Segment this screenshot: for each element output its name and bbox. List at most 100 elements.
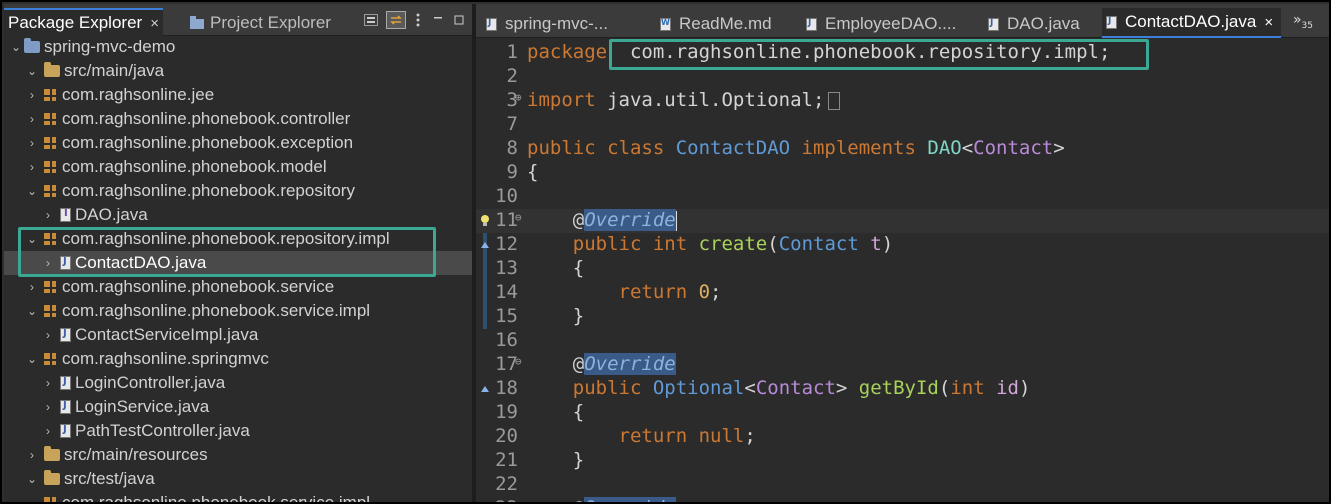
chevron-right-icon[interactable]: › (42, 424, 54, 438)
code-line[interactable]: 11 ⊖ @Override (476, 209, 1329, 233)
tab-contact-dao[interactable]: ContactDAO.java × (1102, 8, 1282, 38)
tree-item[interactable]: › PathTestController.java (4, 419, 472, 443)
tab-dao-java[interactable]: DAO.java (984, 10, 1080, 38)
code-text: @Override (527, 353, 676, 375)
code-line[interactable]: 18 public Optional<Contact> getById(int … (476, 377, 1329, 401)
chevron-down-icon[interactable]: ⌄ (10, 40, 22, 54)
chevron-right-icon[interactable]: › (26, 280, 38, 294)
code-line[interactable]: 19 { (476, 401, 1329, 425)
code-line[interactable]: 14 return 0; (476, 281, 1329, 305)
tree-item[interactable]: ⌄ spring-mvc-demo (4, 35, 472, 59)
code-line[interactable]: 13 { (476, 257, 1329, 281)
tree-item[interactable]: › com.raghsonline.jee (4, 83, 472, 107)
chevron-right-icon[interactable]: › (42, 208, 54, 222)
chevron-right-icon[interactable]: › (26, 136, 38, 150)
fold-expand-icon[interactable]: ⊕ (515, 91, 522, 104)
code-line[interactable]: 2 (476, 65, 1329, 89)
code-line[interactable]: 17 ⊖ @Override (476, 353, 1329, 377)
tree-item[interactable]: ⌄ com.raghsonline.phonebook.repository (4, 179, 472, 203)
fold-collapse-icon[interactable]: ⊖ (515, 211, 522, 224)
code-line[interactable]: 10 (476, 185, 1329, 209)
line-number: 21 (495, 449, 518, 471)
tab-package-explorer[interactable]: Package Explorer × (4, 8, 163, 36)
tab-readme[interactable]: ReadMe.md (656, 10, 772, 38)
tree-item[interactable]: › com.raghsonline.phonebook.controller (4, 107, 472, 131)
tree-item[interactable]: ⌄ src/main/java (4, 59, 472, 83)
tree-item[interactable]: ⌄ com.raghsonline.springmvc (4, 347, 472, 371)
editor-tab-label: ReadMe.md (679, 14, 772, 33)
chevron-down-icon[interactable]: ⌄ (26, 304, 38, 318)
code-text: return null; (527, 425, 756, 447)
maximize-icon[interactable] (450, 12, 468, 28)
code-token: implements (790, 137, 928, 159)
tree-item[interactable]: ⌄ src/test/java (4, 467, 472, 491)
code-line[interactable]: 20 return null; (476, 425, 1329, 449)
override-marker-icon[interactable] (480, 233, 490, 257)
tab-overflow-menu[interactable]: »35 (1293, 12, 1313, 31)
fold-collapse-icon[interactable]: ⊖ (515, 499, 522, 502)
tab-spring-mvc[interactable]: spring-mvc-... (482, 10, 608, 38)
link-with-editor-icon[interactable] (386, 11, 406, 29)
code-token: Contact (755, 377, 836, 399)
chevron-right-icon[interactable]: › (26, 160, 38, 174)
chevron-right-icon[interactable]: › (26, 112, 38, 126)
tree-item[interactable]: › ContactDAO.java (4, 251, 472, 275)
tab-project-explorer[interactable]: Project Explorer (190, 10, 331, 36)
line-number: 9 (506, 161, 518, 183)
code-line[interactable]: 9{ (476, 161, 1329, 185)
code-text: } (527, 305, 584, 327)
close-icon[interactable]: × (1264, 14, 1273, 31)
code-line[interactable]: 3 ⊕ import java.util.Optional; (476, 89, 1329, 113)
collapse-all-icon[interactable] (364, 14, 378, 26)
tree-item-label: src/main/resources (64, 445, 208, 464)
code-line[interactable]: 15 } (476, 305, 1329, 329)
chevron-down-icon[interactable]: ⌄ (26, 64, 38, 78)
code-line[interactable]: 22 (476, 473, 1329, 497)
code-line[interactable]: 1 package com.raghsonline.phonebook.repos… (476, 41, 1329, 65)
chevron-right-icon[interactable]: › (42, 328, 54, 342)
tree-item[interactable]: › src/main/resources (4, 443, 472, 467)
code-line[interactable]: 8 public class ContactDAO implements DAO<… (476, 137, 1329, 161)
chevron-down-icon[interactable]: ⌄ (26, 472, 38, 486)
code-area[interactable]: 1 package com.raghsonline.phonebook.repos… (476, 39, 1329, 502)
close-icon[interactable]: × (150, 15, 159, 32)
tree-item[interactable]: ⌄ com.raghsonline.phonebook.repository.im… (4, 227, 472, 251)
code-token: > (1053, 137, 1065, 159)
text-caret (675, 210, 677, 231)
chevron-down-icon[interactable]: ⌄ (26, 232, 38, 246)
tree-item[interactable]: › com.raghsonline.phonebook.exception (4, 131, 472, 155)
chevron-down-icon[interactable]: ⌄ (26, 496, 38, 502)
code-line[interactable]: 7 (476, 113, 1329, 137)
chevron-right-icon[interactable]: › (42, 376, 54, 390)
tree-item[interactable]: ⌄ com.raghsonline.phonebook.service.impl (4, 491, 472, 504)
tree-item[interactable]: ⌄ com.raghsonline.phonebook.service.impl (4, 299, 472, 323)
source-folder-icon (44, 470, 60, 485)
chevron-right-icon[interactable]: › (26, 448, 38, 462)
chevron-down-icon[interactable]: ⌄ (26, 352, 38, 366)
code-line[interactable]: 23⊖ @Override (476, 497, 1329, 502)
code-line[interactable]: 21 } (476, 449, 1329, 473)
chevron-right-icon[interactable]: › (42, 256, 54, 270)
line-number: 2 (506, 65, 518, 87)
chevron-right-icon[interactable]: › (42, 400, 54, 414)
tree-item[interactable]: › com.raghsonline.phonebook.service (4, 275, 472, 299)
quick-fix-bulb-icon[interactable] (480, 209, 490, 233)
view-menu-icon[interactable] (409, 12, 427, 28)
tab-employee-dao[interactable]: EmployeeDAO.... (802, 10, 956, 38)
tree-item[interactable]: › com.raghsonline.phonebook.model (4, 155, 472, 179)
tree-item-label: com.raghsonline.phonebook.service.impl (62, 493, 371, 504)
code-token: package (527, 41, 608, 63)
minimize-icon[interactable] (429, 12, 447, 28)
chevron-down-icon[interactable]: ⌄ (26, 184, 38, 198)
folded-region-icon[interactable] (828, 91, 841, 110)
override-marker-icon[interactable] (480, 377, 490, 401)
tree-item[interactable]: › LoginController.java (4, 371, 472, 395)
tree-item[interactable]: › DAO.java (4, 203, 472, 227)
fold-collapse-icon[interactable]: ⊖ (515, 355, 522, 368)
chevron-right-icon[interactable]: › (26, 88, 38, 102)
code-line[interactable]: 12 public int create(Contact t) (476, 233, 1329, 257)
tree-item-label: com.raghsonline.phonebook.service (62, 277, 335, 296)
code-line[interactable]: 16 (476, 329, 1329, 353)
tree-item[interactable]: › LoginService.java (4, 395, 472, 419)
tree-item[interactable]: › ContactServiceImpl.java (4, 323, 472, 347)
